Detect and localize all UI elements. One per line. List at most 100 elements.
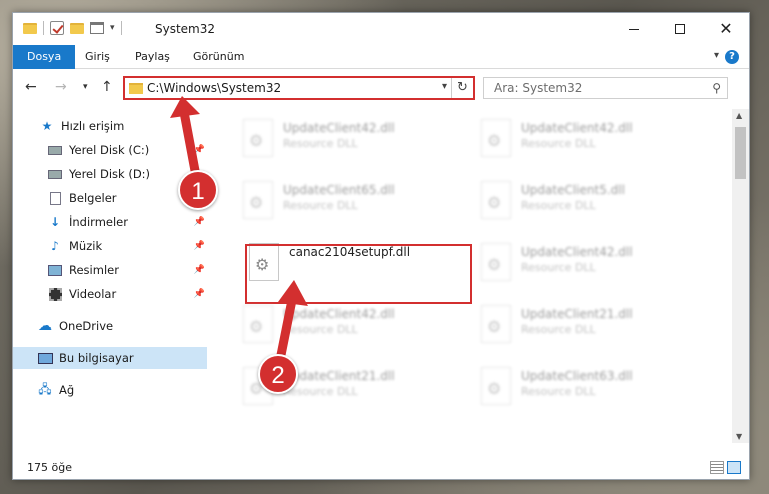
quick-access-toolbar: ▾ bbox=[23, 21, 122, 35]
file-description: Resource DLL bbox=[521, 385, 596, 398]
sidebar-item-quick-access[interactable]: ★ Hızlı erişim bbox=[13, 115, 207, 137]
close-icon: ✕ bbox=[719, 19, 733, 38]
network-icon: 🖧 bbox=[38, 381, 52, 396]
step-1-badge: 1 bbox=[178, 170, 218, 210]
scroll-thumb[interactable] bbox=[735, 127, 746, 179]
maximize-icon bbox=[675, 24, 685, 34]
pin-icon[interactable]: 📌 bbox=[194, 265, 205, 275]
sidebar-item-label: Bu bilgisayar bbox=[59, 351, 134, 365]
search-placeholder: Ara: System32 bbox=[494, 81, 583, 95]
file-item[interactable]: ⚙ UpdateClient42.dll Resource DLL bbox=[471, 239, 691, 287]
file-item[interactable]: ⚙ UpdateClient5.dll Resource DLL bbox=[471, 177, 691, 225]
address-bar[interactable]: C:\Windows\System32 ▾ ↻ bbox=[123, 76, 475, 100]
folder-icon bbox=[129, 83, 143, 94]
pin-icon[interactable]: 📌 bbox=[194, 289, 205, 299]
sidebar-item-label: OneDrive bbox=[59, 319, 114, 333]
search-input[interactable]: Ara: System32 ⚲ bbox=[483, 77, 728, 99]
pin-icon[interactable]: 📌 bbox=[194, 241, 205, 251]
file-list: ⚙ UpdateClient42.dll Resource DLL ⚙ Upda… bbox=[223, 109, 728, 443]
sidebar-item-label: Müzik bbox=[69, 239, 103, 253]
file-description: Resource DLL bbox=[521, 323, 596, 336]
file-description: Resource DLL bbox=[521, 137, 596, 150]
properties-check-icon[interactable] bbox=[50, 21, 64, 35]
folder-icon[interactable] bbox=[23, 22, 37, 34]
chevron-down-icon[interactable]: ▾ bbox=[110, 23, 115, 33]
tab-file[interactable]: Dosya bbox=[13, 45, 76, 69]
file-name: UpdateClient42.dll bbox=[283, 121, 395, 135]
sidebar-item-label: Hızlı erişim bbox=[61, 119, 125, 133]
file-item[interactable]: ⚙ UpdateClient42.dll Resource DLL bbox=[471, 115, 691, 163]
recent-locations-icon[interactable]: ▾ bbox=[83, 82, 88, 92]
file-name: UpdateClient5.dll bbox=[521, 183, 625, 197]
computer-icon bbox=[37, 351, 53, 365]
file-item[interactable]: ⚙ UpdateClient65.dll Resource DLL bbox=[233, 177, 453, 225]
sidebar-item-local-disk-c[interactable]: Yerel Disk (C:) 📌 bbox=[13, 139, 207, 161]
file-item[interactable]: ⚙ UpdateClient63.dll Resource DLL bbox=[471, 363, 691, 411]
file-item[interactable]: ⚙ UpdateClient42.dll Resource DLL bbox=[233, 301, 453, 349]
drive-icon bbox=[47, 167, 63, 181]
drive-icon bbox=[47, 143, 63, 157]
refresh-icon[interactable]: ↻ bbox=[451, 78, 473, 98]
sidebar-item-label: Videolar bbox=[69, 287, 117, 301]
vertical-scrollbar[interactable]: ▲ ▼ bbox=[732, 109, 749, 443]
navigation-bar: ← → ▾ ↑ C:\Windows\System32 ▾ ↻ Ara: Sys… bbox=[13, 75, 749, 103]
sidebar-item-label: Yerel Disk (D:) bbox=[69, 167, 151, 181]
forward-arrow-icon[interactable]: → bbox=[55, 79, 67, 95]
status-bar: 175 öğe bbox=[13, 457, 749, 479]
tab-home[interactable]: Giriş bbox=[85, 45, 110, 69]
target-file-highlight bbox=[245, 244, 472, 304]
window-title: System32 bbox=[155, 22, 216, 36]
file-description: Resource DLL bbox=[283, 199, 358, 212]
tab-share[interactable]: Paylaş bbox=[135, 45, 170, 69]
dll-file-icon: ⚙ bbox=[481, 181, 511, 219]
file-name: UpdateClient65.dll bbox=[283, 183, 395, 197]
chevron-down-icon[interactable]: ▾ bbox=[442, 81, 447, 92]
title-bar: ▾ System32 ✕ bbox=[13, 13, 749, 45]
help-icon[interactable]: ? bbox=[725, 50, 739, 64]
scroll-down-icon[interactable]: ▼ bbox=[736, 432, 742, 441]
file-item[interactable]: ⚙ UpdateClient21.dll Resource DLL bbox=[471, 301, 691, 349]
sidebar-item-pictures[interactable]: Resimler 📌 bbox=[13, 259, 207, 281]
pin-icon[interactable]: 📌 bbox=[194, 145, 205, 155]
sidebar-item-music[interactable]: ♪ Müzik 📌 bbox=[13, 235, 207, 257]
view-switcher bbox=[710, 461, 741, 474]
expand-ribbon-icon[interactable]: ▾ bbox=[714, 50, 719, 61]
up-arrow-icon[interactable]: ↑ bbox=[101, 79, 113, 95]
sidebar-item-onedrive[interactable]: ☁ OneDrive bbox=[13, 315, 207, 337]
separator bbox=[120, 21, 122, 35]
music-icon: ♪ bbox=[51, 239, 59, 253]
sidebar-item-videos[interactable]: Videolar 📌 bbox=[13, 283, 207, 305]
dll-file-icon: ⚙ bbox=[481, 119, 511, 157]
file-name: UpdateClient42.dll bbox=[521, 121, 633, 135]
sidebar-item-this-pc[interactable]: Bu bilgisayar bbox=[13, 347, 207, 369]
cloud-icon: ☁ bbox=[38, 318, 52, 334]
navigation-pane: ★ Hızlı erişim Yerel Disk (C:) 📌 Yerel D… bbox=[13, 109, 211, 443]
large-icons-view-icon[interactable] bbox=[727, 461, 741, 474]
tab-view[interactable]: Görünüm bbox=[193, 45, 244, 69]
pin-icon[interactable]: 📌 bbox=[194, 217, 205, 227]
close-button[interactable]: ✕ bbox=[703, 13, 749, 45]
file-description: Resource DLL bbox=[283, 385, 358, 398]
sidebar-item-local-disk-d[interactable]: Yerel Disk (D:) bbox=[13, 163, 207, 185]
sidebar-item-network[interactable]: 🖧 Ağ bbox=[13, 379, 207, 401]
file-description: Resource DLL bbox=[521, 199, 596, 212]
details-view-icon[interactable] bbox=[710, 461, 724, 474]
file-item[interactable]: ⚙ UpdateClient42.dll Resource DLL bbox=[233, 115, 453, 163]
sidebar-item-label: Yerel Disk (C:) bbox=[69, 143, 150, 157]
address-path[interactable]: C:\Windows\System32 bbox=[147, 81, 281, 95]
sidebar-item-label: Ağ bbox=[59, 383, 75, 397]
minimize-button[interactable] bbox=[611, 13, 657, 45]
customize-icon[interactable] bbox=[90, 22, 104, 34]
new-folder-icon[interactable] bbox=[70, 22, 84, 34]
sidebar-item-label: İndirmeler bbox=[69, 215, 128, 229]
video-icon bbox=[47, 287, 63, 301]
back-arrow-icon[interactable]: ← bbox=[25, 79, 37, 95]
file-name: UpdateClient21.dll bbox=[283, 369, 395, 383]
sidebar-item-label: Belgeler bbox=[69, 191, 117, 205]
scroll-up-icon[interactable]: ▲ bbox=[736, 111, 742, 120]
file-name: UpdateClient42.dll bbox=[283, 307, 395, 321]
search-icon[interactable]: ⚲ bbox=[712, 81, 721, 95]
dll-file-icon: ⚙ bbox=[481, 367, 511, 405]
sidebar-item-downloads[interactable]: ↓ İndirmeler 📌 bbox=[13, 211, 207, 233]
maximize-button[interactable] bbox=[657, 13, 703, 45]
